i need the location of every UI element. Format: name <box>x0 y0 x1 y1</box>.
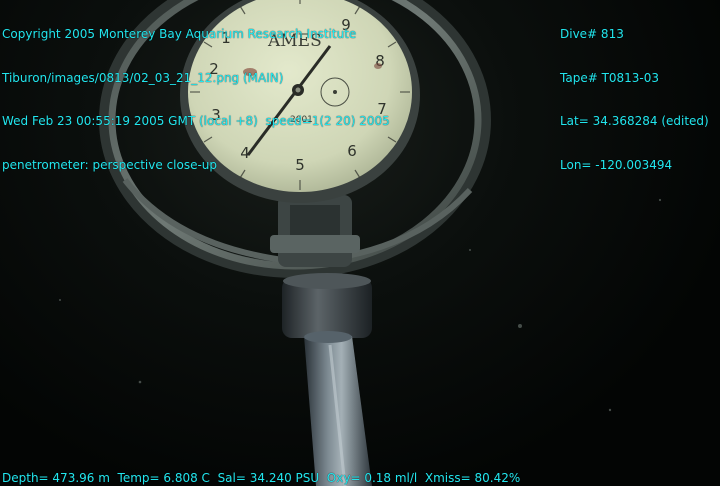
penetrometer-rod <box>304 331 372 486</box>
video-frame: 1 2 3 4 5 6 7 8 9 AMES 2001 Copyright 20… <box>0 0 720 486</box>
image-path-line: Tiburon/images/0813/02_03_21_12.png (MAI… <box>2 70 284 85</box>
gauge-stem <box>270 195 360 267</box>
longitude: Lon= -120.003494 <box>560 157 673 172</box>
header-left-overlay: Copyright 2005 Monterey Bay Aquarium Res… <box>2 0 390 201</box>
rod-collar <box>282 273 372 338</box>
dive-number: Dive# 813 <box>560 27 624 41</box>
tape-number: Tape# T0813-03 <box>560 70 660 85</box>
sensor-footer: Depth= 473.96 m Temp= 6.808 C Sal= 34.24… <box>2 471 521 485</box>
timestamp-line: Wed Feb 23 00:55:19 2005 GMT (local +8) … <box>2 114 390 128</box>
caption-line: penetrometer: perspective close-up <box>2 157 218 172</box>
latitude: Lat= 34.368284 (edited) <box>560 114 709 128</box>
header-right-overlay: Dive# 813 Tape# T0813-03 Lat= 34.368284 … <box>560 0 709 201</box>
copyright-line: Copyright 2005 Monterey Bay Aquarium Res… <box>2 27 357 41</box>
